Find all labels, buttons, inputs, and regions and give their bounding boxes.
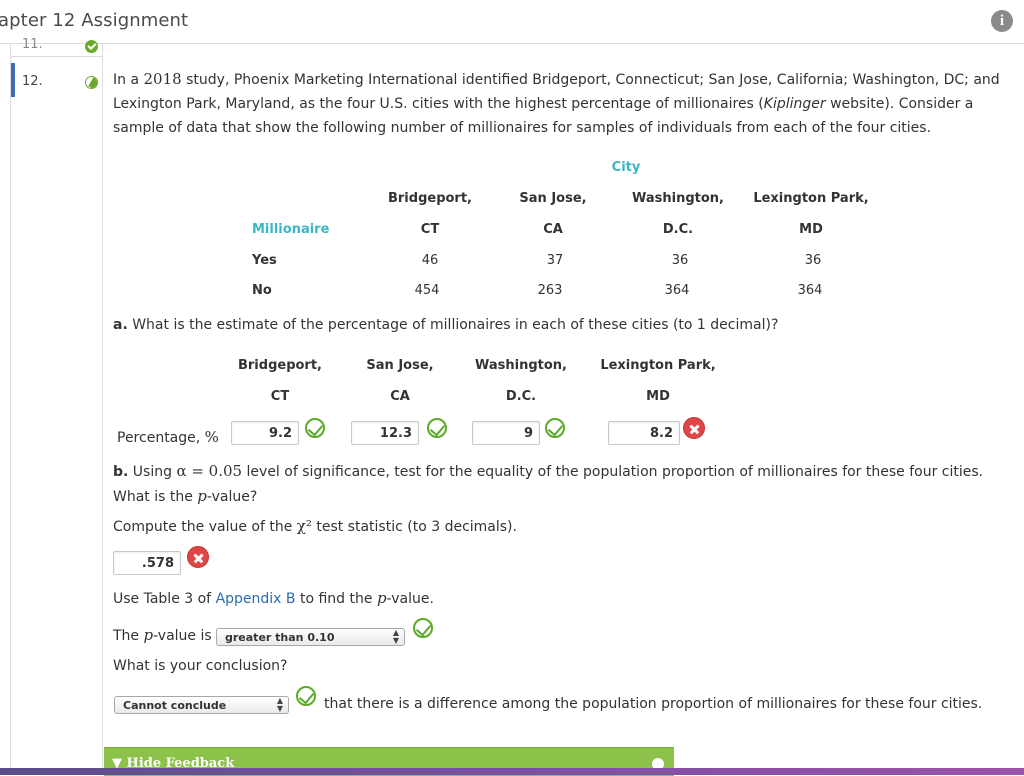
- table-row-header: Millionaire: [252, 222, 330, 237]
- assignment-title: apter 12 Assignment: [0, 10, 189, 31]
- table-cell: 364: [797, 283, 823, 298]
- table-cell: 36: [671, 253, 689, 268]
- conclusion-select[interactable]: Cannot conclude ▲ ▼: [114, 696, 289, 714]
- conclusion-prompt: What is your conclusion?: [113, 658, 288, 674]
- table-lookup-prompt: Use Table 3 of Appendix B to find the p-…: [113, 589, 434, 607]
- chi-square-input[interactable]: .578: [113, 551, 181, 575]
- table-cell: 46: [421, 253, 439, 268]
- correct-check-icon: [413, 618, 433, 638]
- answer-col-header: D.C.: [505, 389, 537, 404]
- percentage-input-washington[interactable]: 9: [472, 421, 540, 445]
- content-divider: [102, 43, 103, 775]
- answer-col-header: CT: [270, 389, 290, 404]
- table-col-header: MD: [799, 222, 823, 237]
- info-icon[interactable]: i: [991, 10, 1013, 32]
- table-cell: 263: [537, 283, 563, 298]
- table-row-label: No: [252, 283, 272, 298]
- conclusion-text: that there is a difference among the pop…: [324, 696, 983, 712]
- table-cell: 37: [546, 253, 564, 268]
- pvalue-select[interactable]: greater than 0.10 ▲ ▼: [216, 628, 405, 646]
- select-arrows-icon: ▲ ▼: [392, 628, 399, 645]
- bottom-bar: [0, 768, 1024, 775]
- table-col-header: CT: [420, 222, 440, 237]
- table-row-label: Yes: [252, 253, 277, 268]
- answer-col-header: Bridgeport,: [237, 358, 323, 373]
- table-col-header: Bridgeport,: [387, 191, 473, 206]
- active-question-indicator: [11, 63, 15, 97]
- percentage-row-label: Percentage, %: [117, 428, 219, 446]
- percentage-input-san-jose[interactable]: 12.3: [351, 421, 419, 445]
- table-col-header: D.C.: [662, 222, 694, 237]
- pvalue-label: The p-value is: [113, 626, 212, 644]
- answer-col-header: San Jose,: [366, 358, 434, 373]
- table-cell: 364: [664, 283, 690, 298]
- answer-col-header: Lexington Park,: [600, 358, 716, 373]
- correct-check-icon: [296, 686, 316, 706]
- correct-status-icon: [85, 40, 98, 53]
- chi-square-prompt: Compute the value of the χ² test statist…: [113, 517, 517, 535]
- table-col-header: San Jose,: [519, 191, 587, 206]
- select-arrows-icon: ▲ ▼: [276, 696, 283, 713]
- correct-check-icon: [427, 418, 447, 438]
- question-intro: In a 2018 study, Phoenix Marketing Inter…: [113, 70, 1000, 136]
- table-col-header: Washington,: [632, 191, 724, 206]
- partial-status-icon: [85, 76, 98, 89]
- sidebar-divider: [10, 43, 11, 775]
- answer-col-header: CA: [390, 389, 410, 404]
- correct-check-icon: [545, 418, 565, 438]
- part-a-prompt: a. What is the estimate of the percentag…: [113, 317, 779, 333]
- correct-check-icon: [305, 418, 325, 438]
- table-cell: 36: [804, 253, 822, 268]
- percentage-input-bridgeport[interactable]: 9.2: [231, 421, 299, 445]
- part-b-prompt: b. Using α = 0.05 level of significance,…: [113, 462, 984, 505]
- nav-row-divider: [10, 56, 102, 57]
- incorrect-x-icon: [683, 417, 705, 439]
- table-group-header: City: [611, 160, 641, 175]
- table-col-header: CA: [543, 222, 563, 237]
- answer-col-header: MD: [646, 389, 670, 404]
- assignment-header: apter 12 Assignment i: [0, 0, 1024, 44]
- question-nav-item-12[interactable]: 12.: [22, 74, 43, 89]
- percentage-input-lexington-park[interactable]: 8.2: [608, 421, 680, 445]
- appendix-b-link[interactable]: Appendix B: [216, 591, 296, 607]
- answer-col-header: Washington,: [475, 358, 567, 373]
- question-nav-item-11[interactable]: 11.: [22, 37, 43, 52]
- table-col-header: Lexington Park,: [753, 191, 869, 206]
- incorrect-x-icon: [187, 546, 209, 568]
- table-cell: 454: [414, 283, 440, 298]
